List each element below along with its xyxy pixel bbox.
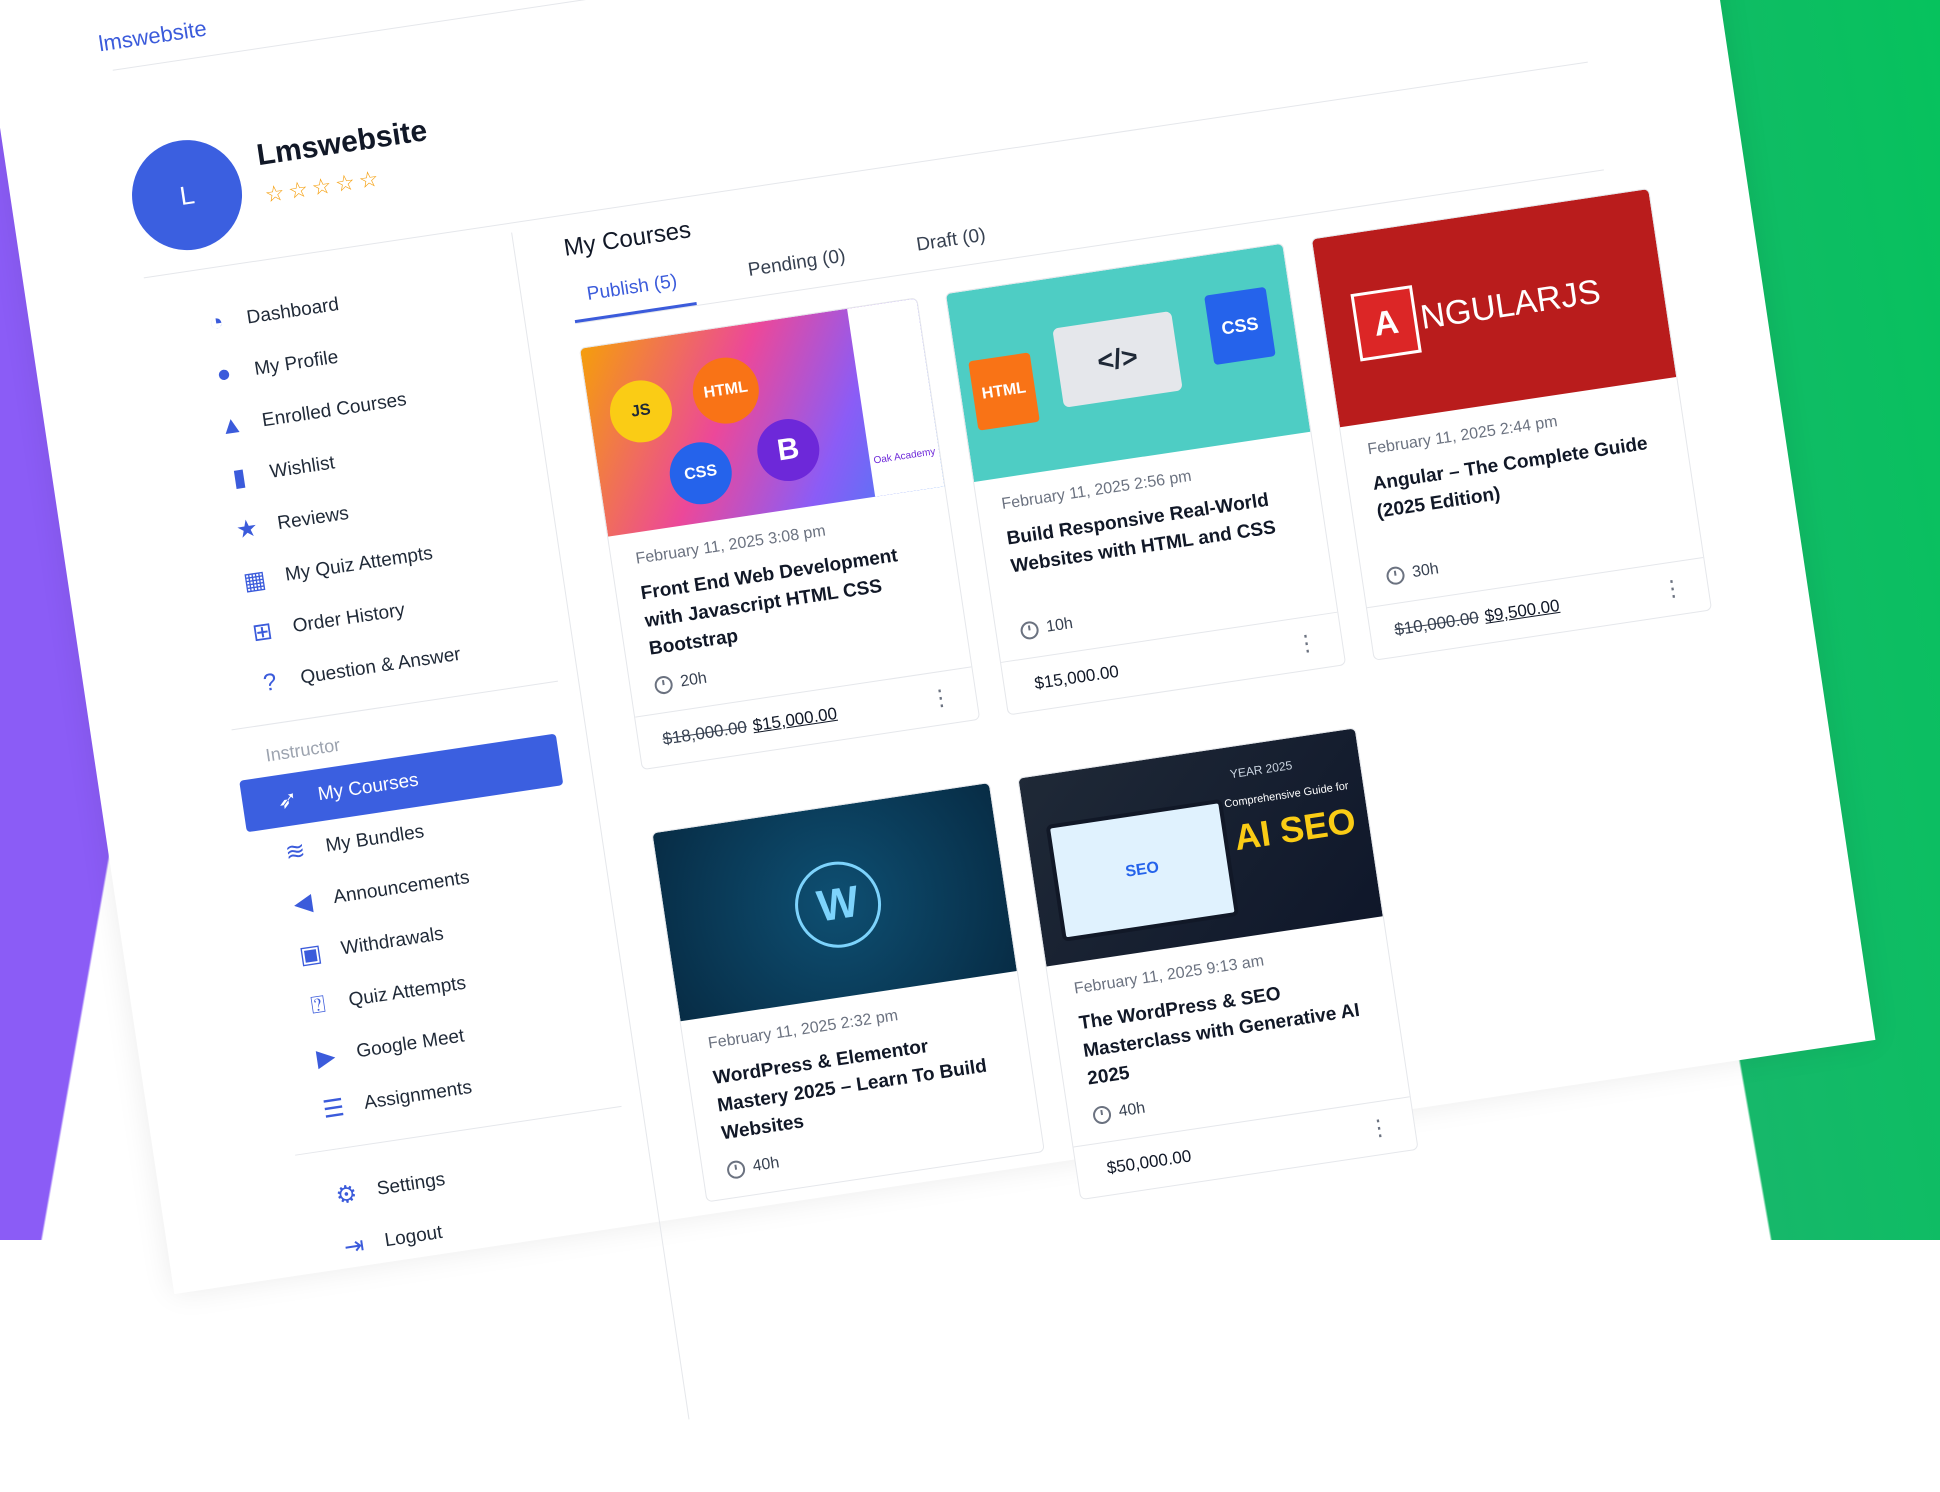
megaphone-icon: ◀: [291, 888, 315, 918]
dashboard-icon: ◔: [207, 308, 226, 338]
kebab-menu-icon[interactable]: ⋮: [1294, 629, 1319, 657]
clock-icon: [1019, 620, 1040, 641]
bookmark-icon: ▮: [230, 463, 248, 492]
old-price: [1100, 1160, 1103, 1179]
sidebar-item-label: Dashboard: [245, 294, 341, 329]
duration-value: 20h: [679, 669, 709, 691]
clock-icon: [725, 1159, 747, 1180]
rating-stars: ☆☆☆☆☆: [263, 165, 385, 208]
sidebar-item-label: Enrolled Courses: [260, 389, 408, 432]
video-icon: ▶: [314, 1042, 338, 1072]
star-icon: ★: [234, 513, 260, 544]
kebab-menu-icon[interactable]: ⋮: [1660, 574, 1685, 602]
sidebar-item-label: My Quiz Attempts: [283, 542, 435, 586]
clock-icon: [653, 674, 674, 696]
sidebar-item-label: Assignments: [362, 1076, 474, 1114]
sidebar-item-label: Wishlist: [268, 452, 337, 483]
course-price: $10,000.00 $9,500.00: [1393, 596, 1561, 640]
avatar[interactable]: L: [124, 132, 250, 258]
gear-icon: ⚙: [333, 1179, 360, 1210]
tab-publish[interactable]: Publish (5): [569, 268, 697, 324]
year-label: YEAR 2025: [1229, 758, 1294, 782]
clock-icon: [1385, 565, 1406, 586]
course-card[interactable]: HTML </> CSS February 11, 2025 2:56 pm B…: [944, 242, 1347, 716]
kebab-menu-icon[interactable]: ⋮: [1366, 1114, 1391, 1142]
sale-price: $9,500.00: [1483, 595, 1561, 626]
graduation-cap-icon: ▲: [217, 410, 246, 441]
sidebar-item-label: My Courses: [316, 769, 420, 806]
course-card[interactable]: SEO YEAR 2025 Comprehensive Guide for AI…: [1017, 727, 1419, 1201]
site-link[interactable]: lmswebsite: [97, 16, 208, 58]
page-panel: lmswebsite L Lmswebsite ☆☆☆☆☆ ◔ Dashboard…: [0, 0, 1876, 1420]
sidebar-item-label: Withdrawals: [339, 923, 446, 960]
laptop-seo-icon: SEO: [1045, 798, 1240, 942]
old-price: [1027, 675, 1030, 694]
ai-seo-label: AI SEO: [1231, 799, 1359, 859]
html-logo: HTML: [688, 353, 764, 429]
rocket-icon: ➶: [275, 785, 300, 815]
sidebar-item-label: Reviews: [276, 502, 351, 535]
course-price: $50,000.00: [1100, 1146, 1193, 1179]
course-card[interactable]: JS HTML CSS B Oak Academy February 11, 2…: [578, 297, 981, 771]
js-logo: JS: [605, 376, 677, 447]
course-card[interactable]: W February 11, 2025 2:32 pm WordPress & …: [651, 781, 1045, 1203]
oak-academy-logo: Oak Academy: [847, 298, 945, 497]
question-square-icon: ⍰: [309, 990, 328, 1020]
question-icon: ?: [261, 668, 279, 698]
sidebar-item-label: Logout: [383, 1221, 444, 1252]
duration-value: 40h: [1117, 1099, 1147, 1121]
angularjs-logo: A NGULARJS: [1350, 258, 1605, 362]
sidebar-item-label: Quiz Attempts: [347, 972, 468, 1011]
cart-icon: ⊞: [250, 616, 275, 647]
course-card[interactable]: A NGULARJS February 11, 2025 2:44 pm Ang…: [1310, 187, 1713, 661]
sidebar-item-label: Announcements: [331, 867, 471, 909]
old-price: $18,000.00: [661, 717, 749, 749]
user-icon: ●: [214, 359, 234, 389]
clock-icon: [1091, 1104, 1113, 1126]
tab-pending[interactable]: Pending (0): [731, 243, 865, 299]
css-logo: CSS: [665, 438, 737, 509]
laptop-code-icon: </>: [1052, 310, 1183, 408]
css-logo: CSS: [1204, 286, 1276, 366]
duration-value: 10h: [1045, 615, 1075, 636]
wallet-icon: ▣: [297, 939, 324, 970]
logout-icon: ⇥: [342, 1231, 367, 1261]
sale-price: $15,000.00: [751, 703, 839, 736]
sale-price: $50,000.00: [1105, 1146, 1193, 1178]
old-price: $10,000.00: [1393, 607, 1481, 640]
html-logo: HTML: [968, 352, 1040, 431]
sidebar-item-label: Settings: [375, 1168, 447, 1200]
kebab-menu-icon[interactable]: ⋮: [928, 684, 953, 712]
sidebar-item-label: Google Meet: [354, 1025, 466, 1063]
sidebar-item-label: Question & Answer: [299, 643, 463, 689]
quiz-icon: ▦: [241, 565, 268, 596]
profile-name: Lmswebsite: [254, 114, 430, 173]
sale-price: $15,000.00: [1033, 661, 1121, 694]
checklist-icon: ☰: [320, 1093, 347, 1124]
duration-value: 40h: [751, 1154, 781, 1176]
course-price: $18,000.00 $15,000.00: [661, 704, 838, 750]
duration-value: 30h: [1411, 560, 1440, 582]
sidebar-item-label: My Profile: [253, 346, 340, 380]
course-price: $15,000.00: [1027, 662, 1120, 695]
tab-draft[interactable]: Draft (0): [899, 222, 1005, 274]
angular-wordmark: NGULARJS: [1417, 272, 1603, 337]
sidebar-item-label: Order History: [291, 599, 407, 638]
bootstrap-logo: B: [753, 414, 824, 486]
layers-icon: ≋: [283, 836, 308, 867]
angular-shield-icon: A: [1350, 285, 1422, 362]
sidebar-item-label: My Bundles: [324, 821, 426, 857]
wordpress-logo: W: [789, 855, 887, 954]
